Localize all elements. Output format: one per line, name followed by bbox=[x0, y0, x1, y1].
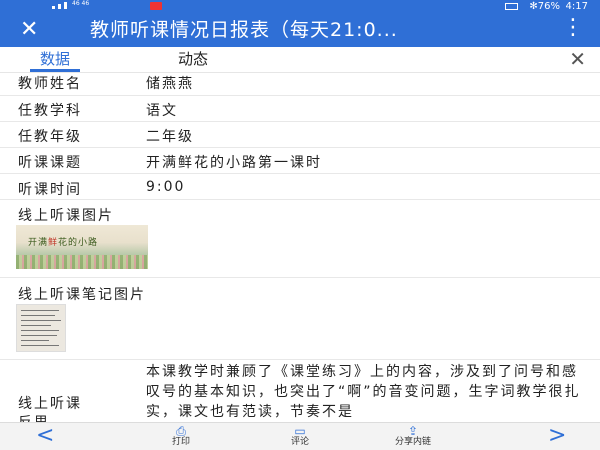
tab-data[interactable]: 数据 bbox=[40, 50, 70, 68]
field-label: 听课课题 bbox=[18, 155, 82, 171]
status-time: 4:17 bbox=[565, 1, 588, 12]
field-value: 开满鲜花的小路第一课时 bbox=[146, 155, 322, 171]
status-indicators: ✻76% bbox=[529, 1, 560, 12]
divider bbox=[0, 173, 600, 174]
close-icon[interactable]: ✕ bbox=[20, 18, 38, 42]
divider bbox=[0, 199, 600, 200]
bottom-toolbar: < ⎙ 打印 ▭ 评论 ⇪ 分享内链 > bbox=[0, 422, 600, 450]
share-link-button[interactable]: ⇪ 分享内链 bbox=[385, 425, 441, 448]
comment-icon: ▭ bbox=[294, 424, 306, 438]
field-label: 任教年级 bbox=[18, 129, 82, 145]
status-bar: 46 46 ✻76% 4:17 bbox=[0, 0, 600, 13]
comment-button[interactable]: ▭ 评论 bbox=[283, 425, 317, 448]
share-icon: ⇪ bbox=[407, 424, 419, 438]
divider bbox=[0, 147, 600, 148]
print-button[interactable]: ⎙ 打印 bbox=[164, 425, 198, 448]
divider bbox=[0, 277, 600, 278]
next-record-button[interactable]: > bbox=[548, 425, 566, 447]
field-label: 听课时间 bbox=[18, 182, 82, 198]
field-value: 储燕燕 bbox=[146, 76, 194, 92]
reflection-text: 本课教学时兼顾了《课堂练习》上的内容，涉及到了问号和感叹号的基本知识，也突出了“… bbox=[146, 364, 581, 420]
comment-label: 评论 bbox=[290, 437, 309, 447]
battery-icon bbox=[505, 3, 518, 10]
field-value: 9:00 bbox=[146, 179, 186, 195]
tab-bar: 数据 动态 ✕ bbox=[0, 47, 600, 73]
divider bbox=[0, 121, 600, 122]
print-label: 打印 bbox=[171, 437, 190, 447]
signal-icon bbox=[52, 2, 67, 9]
field-label: 任教学科 bbox=[18, 103, 82, 119]
page-title: 教师听课情况日报表（每天21:0... bbox=[90, 19, 398, 41]
printer-icon: ⎙ bbox=[176, 424, 186, 438]
field-label: 反思 bbox=[18, 412, 50, 422]
field-value: 语文 bbox=[146, 103, 178, 119]
prev-record-button[interactable]: < bbox=[36, 425, 54, 447]
carrier-text: 46 46 bbox=[72, 0, 90, 7]
divider bbox=[0, 95, 600, 96]
more-menu-icon[interactable]: ⋮ bbox=[562, 15, 584, 41]
form-content[interactable]: 教师姓名 储燕燕 任教学科 语文 任教年级 二年级 听课课题 开满鲜花的小路第一… bbox=[0, 73, 600, 422]
lesson-image-thumbnail[interactable]: 开满鲜花的小路 bbox=[16, 225, 148, 269]
collapse-icon[interactable]: ✕ bbox=[569, 47, 586, 71]
divider bbox=[0, 359, 600, 360]
field-label: 线上听课 bbox=[18, 396, 82, 412]
active-tab-indicator bbox=[30, 69, 80, 72]
field-label: 线上听课图片 bbox=[18, 208, 114, 224]
share-label: 分享内链 bbox=[394, 437, 431, 447]
notes-image-thumbnail[interactable] bbox=[16, 304, 66, 352]
notification-icon bbox=[150, 2, 162, 10]
field-label: 线上听课笔记图片 bbox=[18, 287, 146, 303]
title-bar: ✕ 教师听课情况日报表（每天21:0... ⋮ bbox=[0, 13, 600, 47]
tab-activity[interactable]: 动态 bbox=[178, 50, 208, 68]
image-caption: 开满鲜花的小路 bbox=[28, 238, 99, 248]
field-value: 二年级 bbox=[146, 129, 194, 145]
field-label: 教师姓名 bbox=[18, 76, 82, 92]
